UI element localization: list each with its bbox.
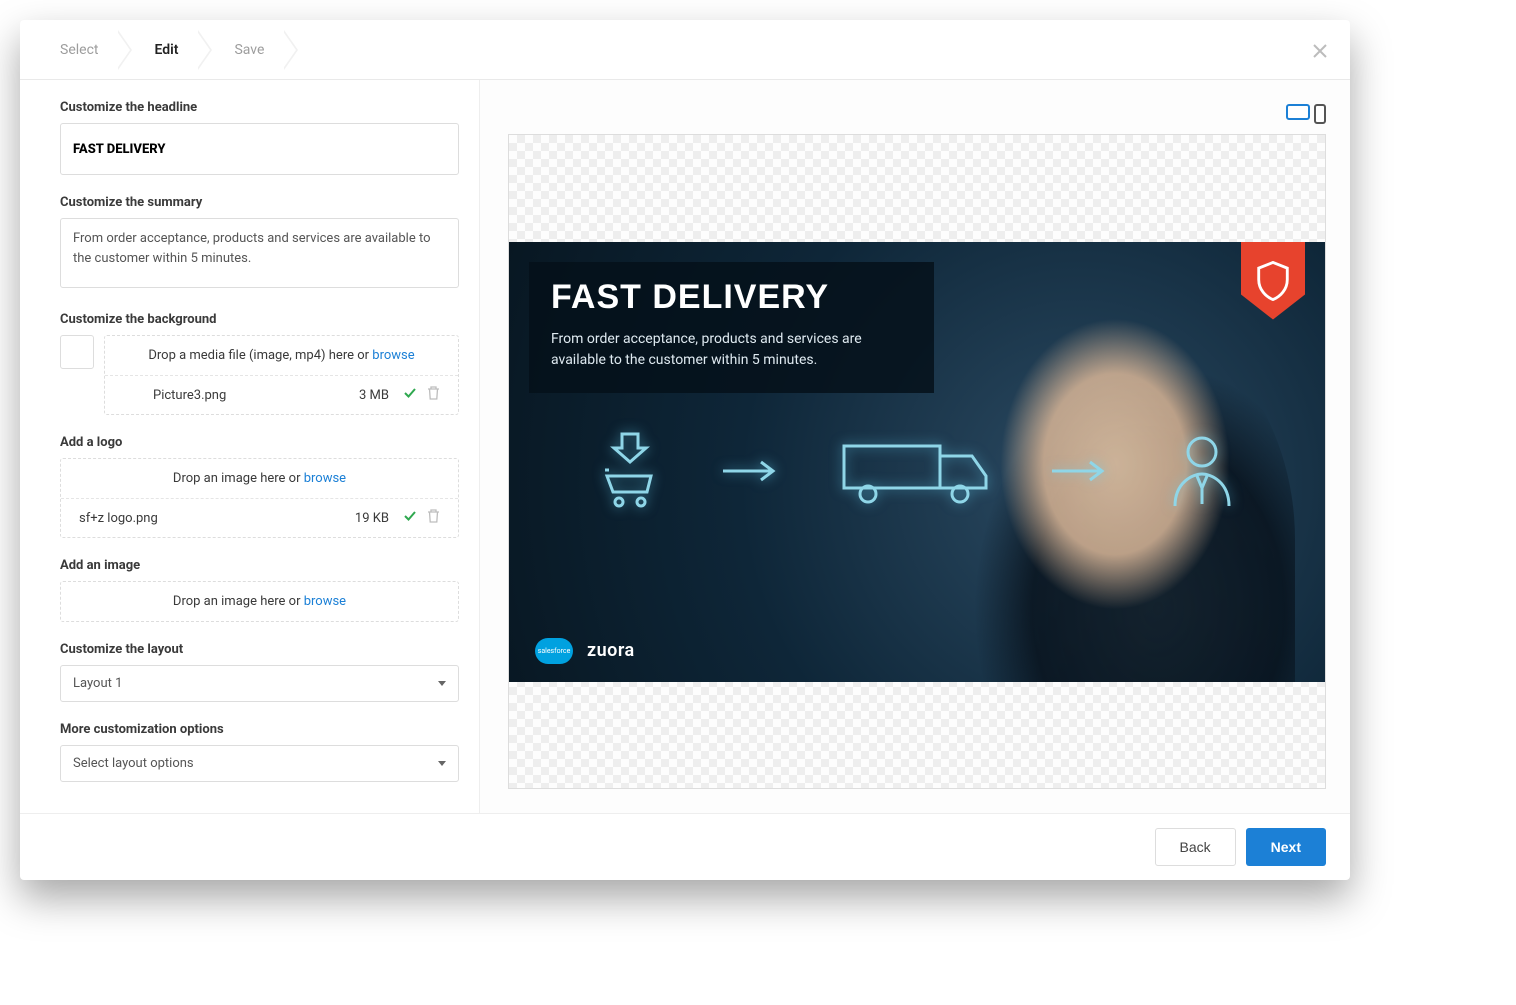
preview-canvas: FAST DELIVERY From order acceptance, pro…	[508, 134, 1326, 789]
next-button[interactable]: Next	[1246, 828, 1326, 866]
logo-file-row: sf+z logo.png 19 KB	[61, 498, 458, 537]
image-browse-link[interactable]: browse	[304, 594, 346, 609]
image-dz-text: Drop an image here or	[173, 594, 304, 609]
headline-label: Customize the headline	[60, 100, 459, 115]
zuora-logo: zuora	[587, 640, 635, 661]
user-icon	[1169, 432, 1235, 514]
trash-icon[interactable]	[427, 386, 440, 404]
logo-file-name: sf+z logo.png	[79, 511, 355, 526]
logo-browse-link[interactable]: browse	[304, 471, 346, 486]
background-dropzone[interactable]: Drop a media file (image, mp4) here or b…	[104, 335, 459, 415]
editor-window: Select Edit Save Customize the headline …	[20, 20, 1350, 880]
step-select[interactable]: Select	[30, 20, 124, 80]
hero-title: FAST DELIVERY	[551, 280, 912, 316]
summary-input[interactable]: From order acceptance, products and serv…	[60, 218, 459, 288]
logo-dz-text: Drop an image here or	[173, 471, 304, 486]
chevron-down-icon	[438, 761, 446, 766]
background-file-name: Picture3.png	[153, 388, 359, 403]
trash-icon[interactable]	[427, 509, 440, 527]
layout-value: Layout 1	[73, 676, 122, 691]
salesforce-logo: salesforce	[535, 638, 573, 664]
background-file-size: 3 MB	[359, 388, 389, 403]
more-options-value: Select layout options	[73, 756, 194, 771]
shield-badge	[1241, 242, 1305, 320]
device-toggle	[508, 104, 1326, 124]
cart-download-icon	[599, 432, 661, 514]
layout-label: Customize the layout	[60, 642, 459, 657]
headline-input[interactable]	[60, 123, 459, 175]
background-label: Customize the background	[60, 312, 459, 327]
hero-summary: From order acceptance, products and serv…	[551, 329, 912, 371]
chevron-down-icon	[438, 681, 446, 686]
logo-label: Add a logo	[60, 435, 459, 450]
desktop-view-button[interactable]	[1286, 104, 1310, 120]
back-button[interactable]: Back	[1155, 828, 1236, 866]
footer-bar: Back Next	[20, 813, 1350, 880]
image-label: Add an image	[60, 558, 459, 573]
mobile-view-button[interactable]	[1314, 104, 1326, 124]
close-icon[interactable]	[1308, 36, 1332, 69]
process-icons	[599, 432, 1235, 514]
arrow-right-icon	[1050, 459, 1110, 487]
hero-text-overlay: FAST DELIVERY From order acceptance, pro…	[529, 262, 934, 394]
background-browse-link[interactable]: browse	[372, 348, 414, 363]
background-thumb[interactable]	[60, 335, 94, 369]
preview-area: FAST DELIVERY From order acceptance, pro…	[480, 80, 1350, 813]
arrow-right-icon	[721, 459, 781, 487]
background-file-row: Picture3.png 3 MB	[105, 375, 458, 414]
branding-logos: salesforce zuora	[535, 638, 635, 664]
more-options-select[interactable]: Select layout options	[60, 745, 459, 782]
summary-label: Customize the summary	[60, 195, 459, 210]
hero-banner: FAST DELIVERY From order acceptance, pro…	[509, 242, 1325, 682]
wizard-steps: Select Edit Save	[20, 20, 1350, 80]
logo-dropzone[interactable]: Drop an image here or browse sf+z logo.p…	[60, 458, 459, 538]
customize-sidebar: Customize the headline Customize the sum…	[20, 80, 480, 813]
background-dz-text: Drop a media file (image, mp4) here or	[148, 348, 372, 363]
logo-file-size: 19 KB	[355, 511, 389, 526]
step-edit[interactable]: Edit	[124, 20, 204, 80]
step-save[interactable]: Save	[204, 20, 290, 80]
shield-icon	[1255, 261, 1291, 301]
truck-icon	[840, 436, 990, 510]
check-icon	[403, 509, 417, 527]
image-dropzone[interactable]: Drop an image here or browse	[60, 581, 459, 622]
check-icon	[403, 386, 417, 404]
more-options-label: More customization options	[60, 722, 459, 737]
layout-select[interactable]: Layout 1	[60, 665, 459, 702]
